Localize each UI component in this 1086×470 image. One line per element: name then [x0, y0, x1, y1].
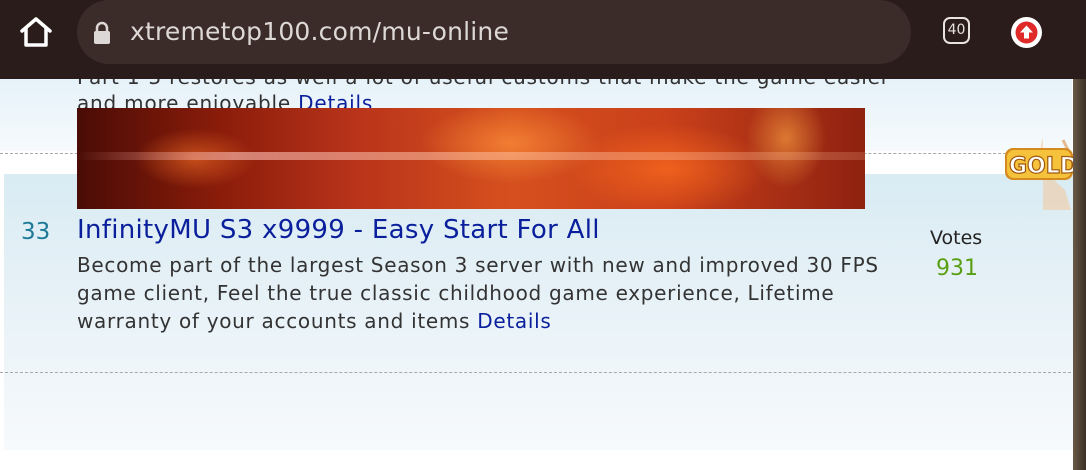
update-icon[interactable]: [1011, 17, 1042, 48]
votes-label: Votes: [930, 227, 983, 249]
url-text[interactable]: xtremetop100.com/mu-online: [130, 14, 509, 50]
votes-count: 931: [936, 256, 978, 281]
server-description: Become part of the largest Season 3 serv…: [77, 251, 907, 335]
gold-badge-text: GOLD: [1009, 154, 1073, 179]
banner-light-streak: [77, 152, 865, 160]
tab-count-button[interactable]: 40: [943, 17, 970, 44]
home-icon[interactable]: [18, 14, 54, 50]
lock-icon: [93, 21, 111, 45]
divider: [0, 372, 1076, 373]
server-title-link[interactable]: InfinityMU S3 x9999 - Easy Start For All: [77, 215, 600, 245]
rank-number: 33: [21, 219, 51, 245]
scrollbar[interactable]: [1073, 79, 1086, 470]
server-details-link[interactable]: Details: [477, 309, 551, 333]
gold-badge-icon: GOLD: [1003, 130, 1079, 210]
browser-toolbar: xtremetop100.com/mu-online 40: [0, 0, 1086, 79]
